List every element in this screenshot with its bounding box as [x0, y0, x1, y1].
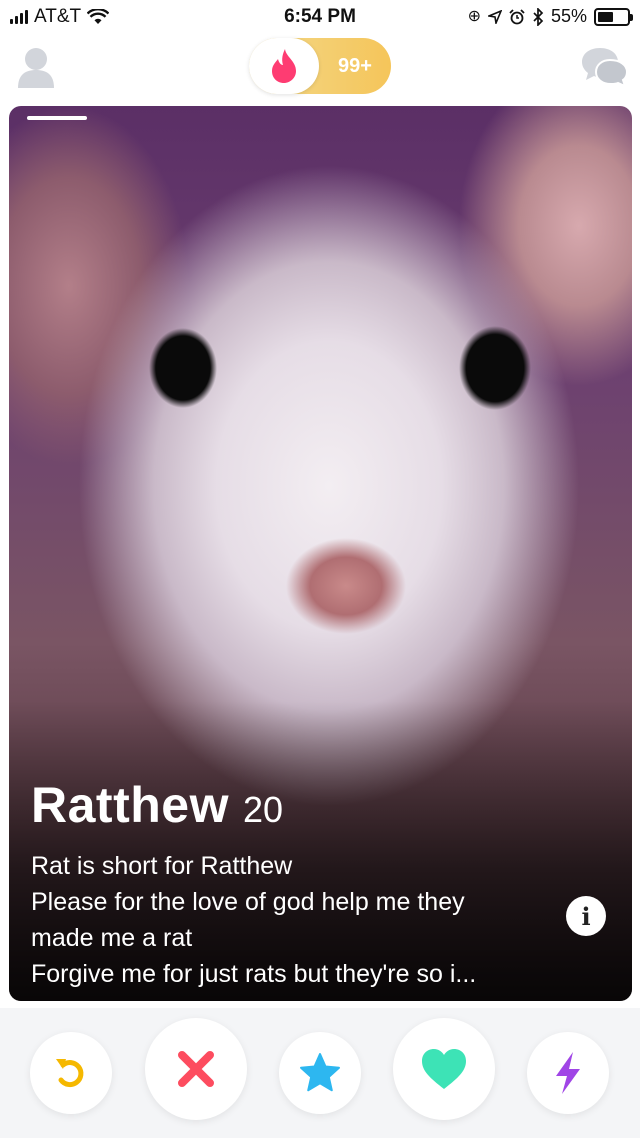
messages-button[interactable] — [580, 44, 630, 88]
profile-card[interactable]: Ratthew 20 Rat is short for Ratthew Plea… — [9, 106, 632, 1001]
name-line: Ratthew 20 — [31, 776, 591, 834]
profile-age: 20 — [242, 789, 284, 830]
like-button[interactable] — [393, 1018, 495, 1120]
lightning-icon — [556, 1052, 580, 1094]
card-info: Ratthew 20 Rat is short for Ratthew Plea… — [31, 776, 591, 992]
status-right: ⊕ 55% — [467, 6, 633, 27]
bluetooth-icon — [533, 7, 544, 26]
top-nav: 99+ — [0, 36, 640, 102]
flame-toggle-knob[interactable] — [249, 38, 319, 94]
profile-name: Ratthew — [31, 777, 229, 833]
likes-count-badge[interactable]: 99+ — [319, 38, 391, 94]
flame-icon — [272, 49, 296, 83]
orientation-lock-icon: ⊕ — [467, 7, 481, 25]
battery-icon — [594, 7, 633, 26]
bio-line: Please for the love of god help me they — [31, 888, 465, 916]
profile-icon — [18, 48, 54, 88]
bio-line: Forgive me for just rats but they're so … — [31, 960, 477, 988]
chat-icon — [582, 48, 629, 88]
status-bar: AT&T 6:54 PM ⊕ 55% — [0, 0, 640, 36]
photo-indicator — [27, 116, 87, 120]
action-bar — [0, 1008, 640, 1138]
star-icon — [300, 1053, 340, 1092]
info-button[interactable]: i — [566, 896, 606, 936]
battery-percent: 55% — [550, 6, 587, 26]
super-like-button[interactable] — [279, 1032, 361, 1114]
discovery-toggle[interactable]: 99+ — [249, 38, 391, 94]
bio-line: Rat is short for Ratthew — [31, 852, 293, 880]
alarm-icon — [509, 8, 525, 24]
nope-button[interactable] — [145, 1018, 247, 1120]
rewind-button[interactable] — [30, 1032, 112, 1114]
undo-icon — [56, 1059, 84, 1088]
location-icon — [487, 9, 502, 24]
battery-fill — [598, 11, 614, 22]
boost-button[interactable] — [527, 1032, 609, 1114]
x-icon — [178, 1051, 214, 1087]
heart-icon — [422, 1049, 466, 1089]
profile-button[interactable] — [16, 44, 56, 92]
bio-line: made me a rat — [31, 924, 193, 952]
